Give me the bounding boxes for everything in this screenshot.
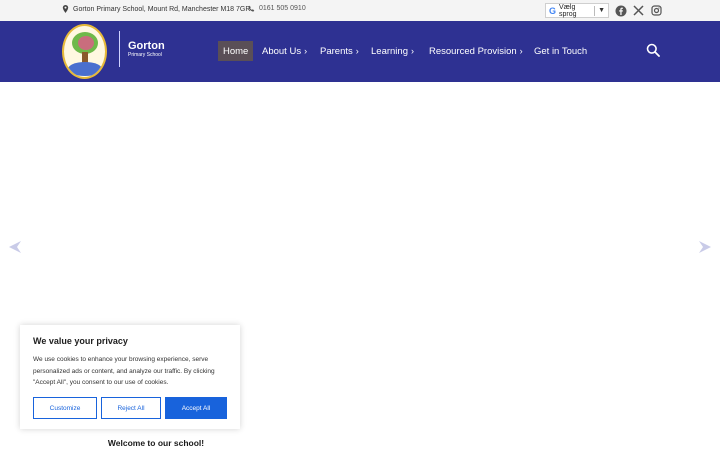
welcome-heading: Welcome to our school! <box>107 438 205 448</box>
language-select-label: Vælg sprog <box>559 3 577 18</box>
cookie-consent-banner: We value your privacy We use cookies to … <box>20 325 240 429</box>
school-name: Gorton <box>128 40 165 52</box>
dropdown-arrow-icon: ▼ <box>598 7 605 14</box>
phone-icon <box>248 5 255 12</box>
cookie-title: We value your privacy <box>33 336 128 346</box>
nav-resourced-provision[interactable]: Resourced Provision › <box>429 41 523 61</box>
nav-get-in-touch[interactable]: Get in Touch <box>534 41 587 61</box>
google-icon: G <box>549 5 557 16</box>
nav-label: Resourced Provision <box>429 45 517 57</box>
slider-prev-arrow-icon[interactable] <box>8 240 22 254</box>
address: Gorton Primary School, Mount Rd, Manches… <box>62 5 250 13</box>
chevron-right-icon: › <box>410 46 414 56</box>
divider <box>594 5 596 16</box>
school-subtitle: Primary School <box>128 52 162 58</box>
phone-number[interactable]: 0161 505 0910 <box>259 5 306 12</box>
nav-label: Parents <box>320 45 353 57</box>
nav-parents[interactable]: Parents › <box>320 41 359 61</box>
customize-button[interactable]: Customize <box>33 397 97 419</box>
language-select[interactable]: G Vælg sprog ▼ <box>545 3 609 18</box>
chevron-right-icon: › <box>355 46 359 56</box>
facebook-icon[interactable] <box>614 4 627 17</box>
brand-divider <box>119 31 120 67</box>
school-logo[interactable] <box>62 24 107 79</box>
instagram-icon[interactable] <box>650 4 663 17</box>
x-icon[interactable] <box>632 4 645 17</box>
location-pin-icon <box>62 5 69 13</box>
brand-name[interactable]: Gorton Primary School <box>128 40 165 59</box>
slider-next-arrow-icon[interactable] <box>698 240 712 254</box>
chevron-right-icon: › <box>519 46 523 56</box>
nav-label: Get in Touch <box>534 45 588 57</box>
nav-about-us[interactable]: About Us › <box>262 41 307 61</box>
chevron-right-icon: › <box>304 46 308 56</box>
top-info-bar: Gorton Primary School, Mount Rd, Manches… <box>0 0 720 21</box>
logo-ground-graphic <box>68 62 102 76</box>
nav-home[interactable]: Home <box>218 41 254 61</box>
nav-label: Home <box>223 45 249 57</box>
search-icon[interactable] <box>646 43 660 57</box>
site-header: Gorton Primary School Home About Us › Pa… <box>0 21 720 82</box>
accept-all-button[interactable]: Accept All <box>165 397 227 419</box>
reject-all-button[interactable]: Reject All <box>101 397 161 419</box>
cookie-description: We use cookies to enhance your browsing … <box>33 356 215 386</box>
logo-blossom-graphic <box>78 36 94 50</box>
nav-label: About Us <box>262 45 302 57</box>
nav-learning[interactable]: Learning › <box>371 41 414 61</box>
address-text: Gorton Primary School, Mount Rd, Manches… <box>73 5 251 13</box>
nav-label: Learning <box>371 45 408 57</box>
phone[interactable]: 0161 505 0910 <box>248 5 306 12</box>
